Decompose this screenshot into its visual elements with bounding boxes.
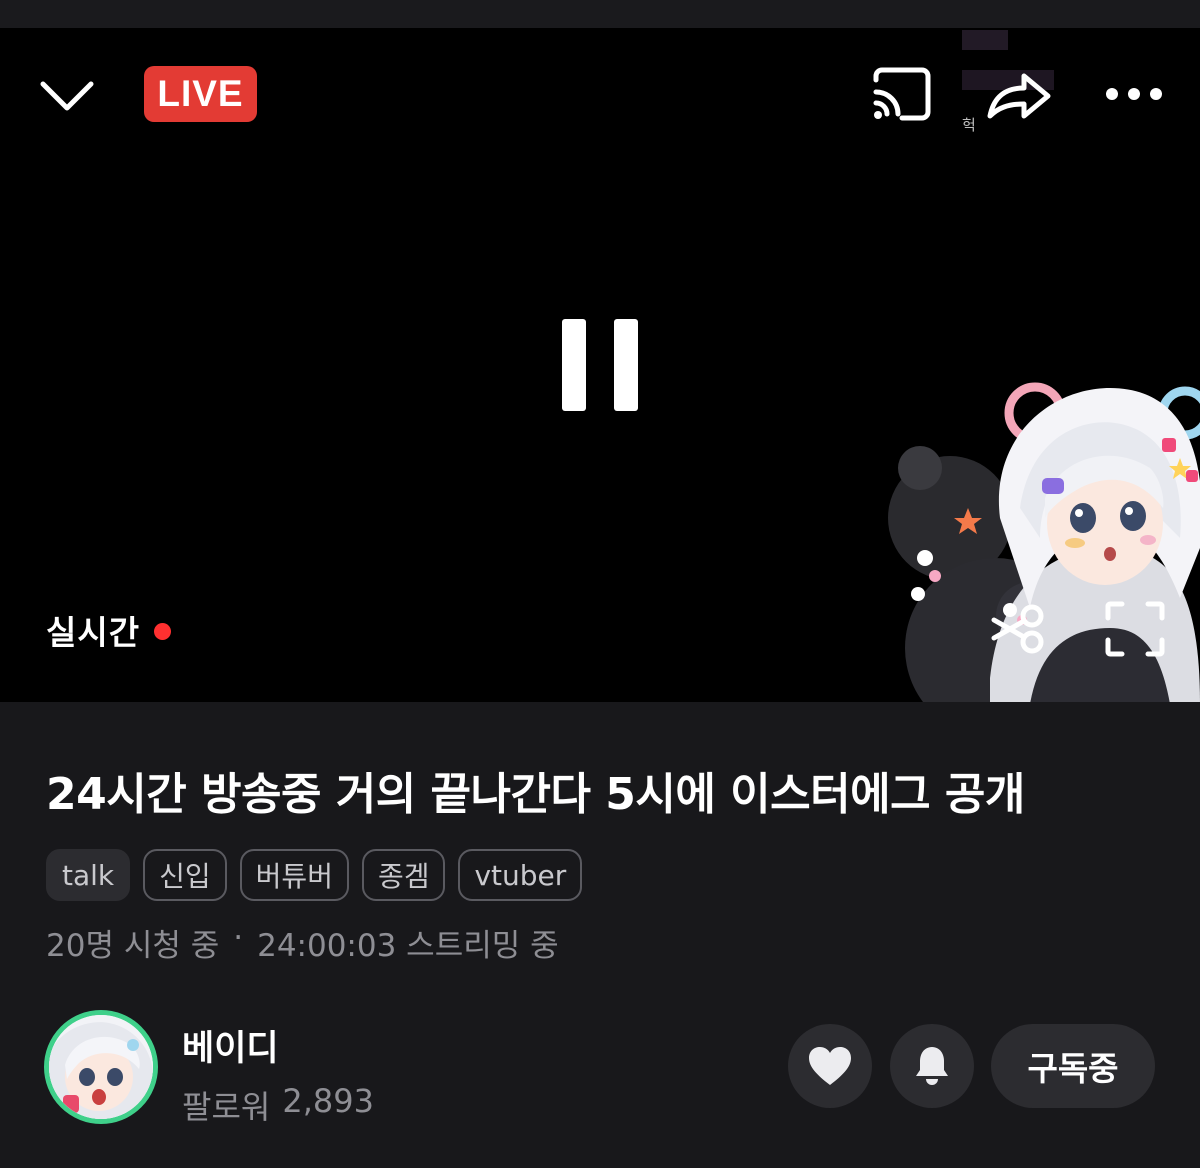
scissors-icon[interactable] [988,598,1050,658]
overlay-artifact [962,30,1008,50]
bell-icon [916,1047,948,1085]
overlay-text: 헉 [962,116,976,134]
follower-count: 팔로워 2,893 [182,1082,374,1128]
like-button[interactable] [788,1024,872,1108]
realtime-label: 실시간 [46,613,141,652]
avatar[interactable] [44,1010,158,1124]
tag-chip[interactable]: talk [46,849,131,901]
fullscreen-icon[interactable] [1104,600,1166,658]
pause-bar [614,319,638,411]
tag-chip[interactable]: 신입 [143,849,227,901]
share-icon[interactable] [984,68,1054,124]
stream-duration: 24:00:03 스트리밍 중 [257,928,559,964]
viewer-count: 20명 시청 중 [46,928,220,964]
tag-chip[interactable]: vtuber [458,849,583,901]
chevron-down-icon[interactable] [38,76,96,116]
tag-list: talk 신입 버튜버 종겜 vtuber [46,849,583,901]
more-icon[interactable] [1100,80,1168,108]
subscribe-button[interactable]: 구독중 [991,1024,1155,1108]
live-badge: LIVE [144,66,257,122]
video-player[interactable]: LIVE 헉 실시간 [0,28,1200,702]
meta-separator: · [233,920,244,956]
tag-chip[interactable]: 버튜버 [239,849,349,901]
tag-chip[interactable]: 종겜 [361,849,446,901]
pause-icon[interactable] [555,313,645,413]
stream-title: 24시간 방송중 거의 끝나간다 5시에 이스터에그 공개 [46,769,1025,820]
status-strip [0,0,1200,28]
notification-button[interactable] [890,1024,974,1108]
live-dot [154,622,172,640]
followers-label: 팔로워 [182,1088,271,1126]
pause-bar [562,319,586,411]
realtime-indicator: 실시간 [46,606,172,654]
followers-number: 2,893 [282,1082,374,1120]
stream-meta: 20명 시청 중 · 24:00:03 스트리밍 중 [46,920,559,965]
cast-icon[interactable] [870,66,934,124]
channel-name[interactable]: 베이디 [182,1020,279,1071]
heart-icon [809,1047,851,1085]
